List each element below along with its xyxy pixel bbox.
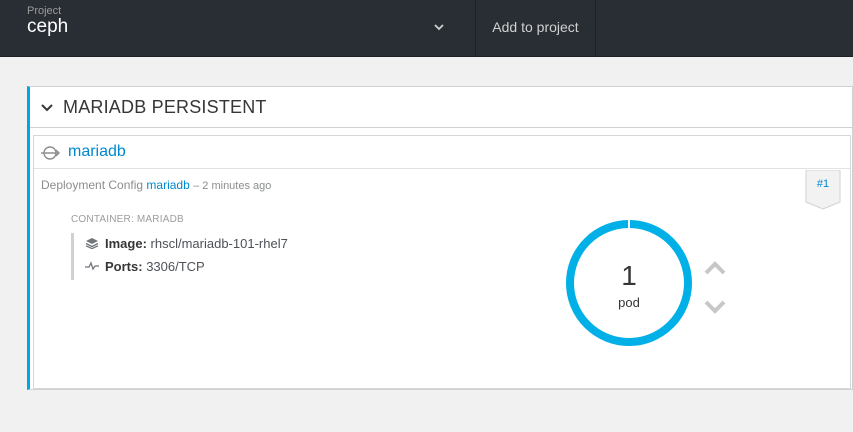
service-group-title: MARIADB PERSISTENT xyxy=(63,97,267,117)
ports-value: 3306/TCP xyxy=(146,259,205,274)
ports-label: Ports: xyxy=(105,259,143,274)
deployment-number-link[interactable]: #1 xyxy=(805,178,841,190)
scale-down-icon[interactable] xyxy=(703,299,727,315)
container-details: Image: rhscl/mariadb-101-rhel7 Ports: 33… xyxy=(71,233,371,280)
top-navbar: Project ceph Add to project xyxy=(0,0,853,57)
service-card: mariadb Deployment Config mariadb – 2 mi… xyxy=(33,135,851,389)
service-group-panel: MARIADB PERSISTENT mariadb Deployment Co… xyxy=(27,86,853,390)
scale-up-icon[interactable] xyxy=(703,260,727,276)
project-name: ceph xyxy=(27,16,69,37)
service-name-link[interactable]: mariadb xyxy=(68,143,126,161)
project-selector[interactable]: Project ceph xyxy=(0,0,476,56)
deployment-time: – 2 minutes ago xyxy=(193,180,272,192)
container-ports-row: Ports: 3306/TCP xyxy=(85,259,205,277)
service-group-header[interactable]: MARIADB PERSISTENT xyxy=(30,87,853,128)
layers-icon xyxy=(85,238,99,249)
service-row: mariadb xyxy=(34,136,850,169)
chevron-down-icon xyxy=(434,24,444,31)
container-image-row: Image: rhscl/mariadb-101-rhel7 xyxy=(85,236,288,254)
deployment-badge xyxy=(805,170,841,210)
deployment-config-line: Deployment Config mariadb – 2 minutes ag… xyxy=(41,178,271,192)
pod-label: pod xyxy=(618,295,640,310)
image-label: Image: xyxy=(105,236,147,251)
network-icon xyxy=(85,261,99,271)
service-icon xyxy=(41,146,60,160)
add-to-project-button[interactable]: Add to project xyxy=(476,0,596,56)
deployment-config-link[interactable]: mariadb xyxy=(146,178,189,192)
pod-count: 1 xyxy=(621,260,637,291)
image-value: rhscl/mariadb-101-rhel7 xyxy=(150,236,288,251)
container-heading: CONTAINER: MARIADB xyxy=(71,214,184,225)
chevron-down-icon[interactable] xyxy=(39,100,55,116)
deployment-config-prefix: Deployment Config xyxy=(41,178,144,192)
